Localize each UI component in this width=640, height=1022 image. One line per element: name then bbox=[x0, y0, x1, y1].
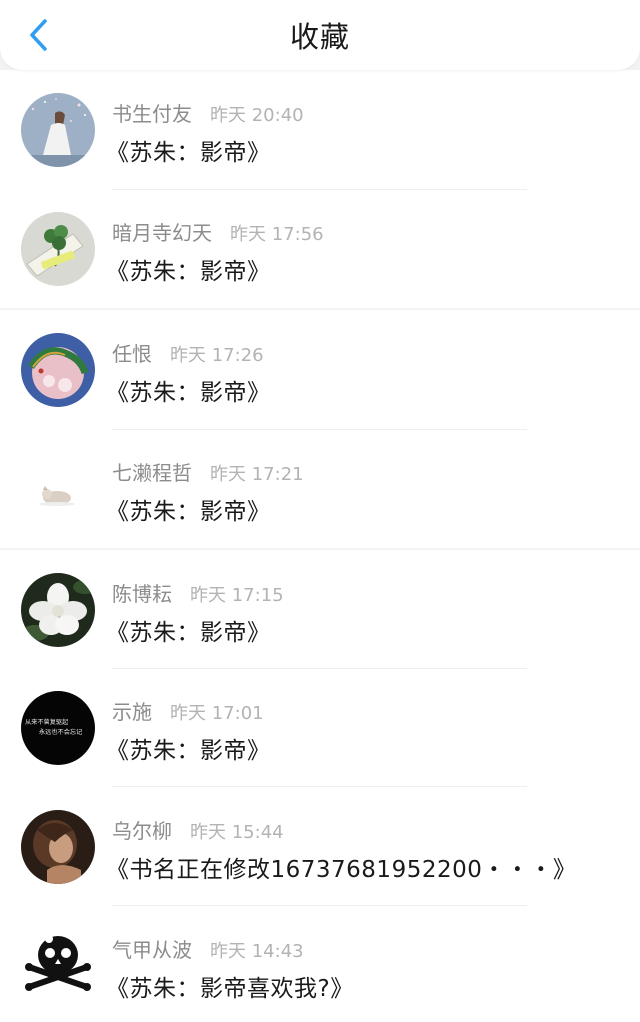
sender-name: 示施 bbox=[112, 700, 152, 724]
message-text: 《苏朱：影帝》 bbox=[106, 499, 271, 525]
item-meta: 七濑程哲 昨天 17:21 bbox=[112, 457, 304, 485]
favorites-card: 陈博耘 昨天 17:15 《苏朱：影帝》 从来不曾复驱起 永远也不会忘记 示施 … bbox=[0, 550, 640, 1022]
vintage-portrait-avatar bbox=[21, 810, 95, 884]
timestamp: 昨天 17:01 bbox=[170, 703, 264, 724]
avatar bbox=[21, 929, 95, 1003]
list-item[interactable]: 从来不曾复驱起 永远也不会忘记 示施 昨天 17:01 《苏朱：影帝》 bbox=[0, 668, 640, 787]
avatar bbox=[21, 573, 95, 647]
sender-name: 气甲从波 bbox=[112, 938, 192, 962]
avatar bbox=[21, 93, 95, 167]
message-text: 《苏朱：影帝》 bbox=[106, 380, 271, 406]
dragon-pattern-avatar bbox=[21, 333, 95, 407]
avatar-text-line-2: 永远也不会忘记 bbox=[39, 728, 82, 736]
timestamp: 昨天 17:15 bbox=[190, 585, 284, 606]
item-meta: 陈博耘 昨天 17:15 bbox=[112, 578, 284, 606]
clover-leaf-avatar bbox=[21, 212, 95, 286]
timestamp: 昨天 17:56 bbox=[230, 224, 324, 245]
item-meta: 示施 昨天 17:01 bbox=[112, 696, 264, 724]
message-text: 《苏朱：影帝》 bbox=[106, 738, 271, 764]
list-item[interactable]: 乌尔柳 昨天 15:44 《书名正在修改16737681952200・・・》 bbox=[0, 787, 640, 906]
list-item[interactable]: 暗月寺幻天 昨天 17:56 《苏朱：影帝》 bbox=[0, 189, 640, 308]
timestamp: 昨天 14:43 bbox=[210, 941, 304, 962]
white-flower-avatar bbox=[21, 573, 95, 647]
favorites-card: 书生付友 昨天 20:40 《苏朱：影帝》 暗月寺幻天 昨天 17:56 《苏朱… bbox=[0, 70, 640, 308]
message-text: 《书名正在修改16737681952200・・・》 bbox=[106, 857, 577, 883]
avatar bbox=[21, 452, 95, 526]
timestamp: 昨天 17:21 bbox=[210, 464, 304, 485]
sender-name: 任恨 bbox=[112, 342, 152, 366]
skull-crossbones-avatar bbox=[21, 929, 95, 1003]
small-animal-avatar bbox=[21, 452, 95, 526]
timestamp: 昨天 17:26 bbox=[170, 345, 264, 366]
list-item[interactable]: 七濑程哲 昨天 17:21 《苏朱：影帝》 bbox=[0, 429, 640, 548]
message-text: 《苏朱：影帝》 bbox=[106, 620, 271, 646]
list-item[interactable]: 书生付友 昨天 20:40 《苏朱：影帝》 bbox=[0, 70, 640, 189]
girl-in-white-dress-avatar bbox=[21, 93, 95, 167]
favorites-list: 书生付友 昨天 20:40 《苏朱：影帝》 暗月寺幻天 昨天 17:56 《苏朱… bbox=[0, 70, 640, 1022]
item-meta: 书生付友 昨天 20:40 bbox=[112, 98, 304, 126]
sender-name: 暗月寺幻天 bbox=[112, 221, 212, 245]
message-text: 《苏朱：影帝喜欢我?》 bbox=[106, 976, 354, 1002]
list-item[interactable]: 任恨 昨天 17:26 《苏朱：影帝》 bbox=[0, 310, 640, 429]
list-item[interactable]: 气甲从波 昨天 14:43 《苏朱：影帝喜欢我?》 bbox=[0, 906, 640, 1022]
black-text-avatar: 从来不曾复驱起 永远也不会忘记 bbox=[21, 691, 95, 765]
timestamp: 昨天 20:40 bbox=[210, 105, 304, 126]
avatar bbox=[21, 333, 95, 407]
timestamp: 昨天 15:44 bbox=[190, 822, 284, 843]
sender-name: 乌尔柳 bbox=[112, 819, 172, 843]
favorites-card: 任恨 昨天 17:26 《苏朱：影帝》 七濑程哲 昨天 17:21 《苏朱：影帝… bbox=[0, 310, 640, 548]
item-meta: 乌尔柳 昨天 15:44 bbox=[112, 815, 284, 843]
sender-name: 陈博耘 bbox=[112, 582, 172, 606]
avatar-text-line-1: 从来不曾复驱起 bbox=[25, 718, 68, 726]
avatar bbox=[21, 212, 95, 286]
list-item[interactable]: 陈博耘 昨天 17:15 《苏朱：影帝》 bbox=[0, 550, 640, 669]
message-text: 《苏朱：影帝》 bbox=[106, 140, 271, 166]
page-title: 收藏 bbox=[289, 20, 350, 54]
item-meta: 任恨 昨天 17:26 bbox=[112, 338, 264, 366]
top-bar: 收藏 bbox=[0, 0, 640, 70]
sender-name: 书生付友 bbox=[112, 102, 192, 126]
item-meta: 气甲从波 昨天 14:43 bbox=[112, 934, 304, 962]
sender-name: 七濑程哲 bbox=[112, 461, 192, 485]
avatar: 从来不曾复驱起 永远也不会忘记 bbox=[21, 691, 95, 765]
item-meta: 暗月寺幻天 昨天 17:56 bbox=[112, 217, 324, 245]
message-text: 《苏朱：影帝》 bbox=[106, 259, 271, 285]
avatar bbox=[21, 810, 95, 884]
